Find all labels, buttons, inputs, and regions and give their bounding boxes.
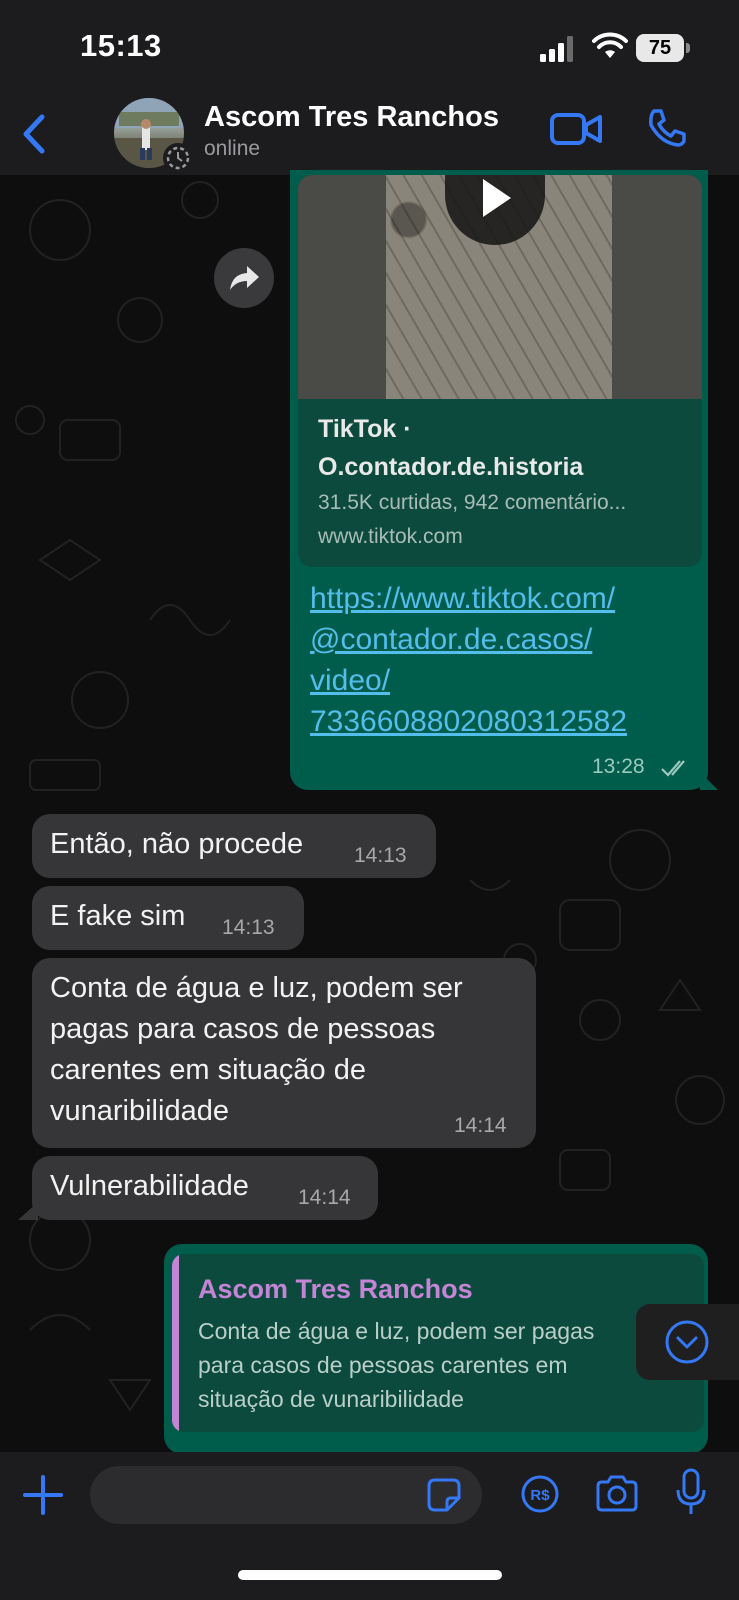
microphone-icon[interactable] <box>674 1468 708 1518</box>
chat-header: Ascom Tres Ranchos online <box>0 95 739 175</box>
contact-status: online <box>204 137 261 160</box>
camera-icon[interactable] <box>594 1474 640 1514</box>
back-icon[interactable] <box>14 109 54 159</box>
quoted-text: Conta de água e luz, podem ser pagas par… <box>198 1318 595 1412</box>
status-time: 15:13 <box>80 28 162 63</box>
message-input-bar: R$ <box>0 1452 739 1600</box>
double-check-icon <box>661 760 685 777</box>
message-time: 14:13 <box>222 916 275 939</box>
link-line[interactable]: video/ <box>310 660 627 701</box>
video-thumbnail[interactable] <box>298 175 702 399</box>
svg-text:R$: R$ <box>530 1487 550 1504</box>
status-bar: 15:13 75 <box>0 0 739 95</box>
forward-icon <box>230 266 259 290</box>
preview-title: O.contador.de.historia <box>318 453 584 481</box>
message-time: 14:14 <box>298 1186 351 1209</box>
quoted-message[interactable]: Ascom Tres Ranchos Conta de água e luz, … <box>172 1254 704 1432</box>
battery-icon: 75 <box>636 34 690 62</box>
message-text: Vulnerabilidade <box>50 1170 249 1202</box>
contact-name[interactable]: Ascom Tres Ranchos <box>204 101 499 134</box>
sticker-icon[interactable] <box>425 1476 463 1514</box>
link-preview-card[interactable]: TikTok · O.contador.de.historia 31.5K cu… <box>298 175 702 567</box>
message-time: 13:28 <box>592 755 645 778</box>
incoming-message[interactable]: Então, não procede 14:13 <box>32 814 436 878</box>
bubble-tail <box>700 772 718 790</box>
signal-icon <box>540 36 573 62</box>
link-line[interactable]: https://www.tiktok.com/ <box>310 578 627 619</box>
payment-icon[interactable]: R$ <box>520 1474 560 1514</box>
preview-description: 31.5K curtidas, 942 comentário... <box>318 491 627 514</box>
message-time: 14:14 <box>454 1114 507 1137</box>
play-icon[interactable] <box>445 175 545 245</box>
message-time: 14:13 <box>354 844 407 867</box>
plus-icon[interactable] <box>22 1474 64 1516</box>
forward-button[interactable] <box>214 248 274 308</box>
link-line[interactable]: 7336608802080312582 <box>310 701 627 742</box>
message-input[interactable] <box>90 1466 482 1524</box>
video-call-icon[interactable] <box>550 109 602 149</box>
incoming-message[interactable]: E fake sim 14:13 <box>32 886 304 950</box>
wifi-icon <box>592 32 628 58</box>
scroll-to-bottom-button[interactable] <box>636 1304 739 1380</box>
link-line[interactable]: @contador.de.casos/ <box>310 619 627 660</box>
chevron-down-icon <box>665 1320 709 1364</box>
preview-site: TikTok · <box>318 415 412 443</box>
message-text: E fake sim <box>50 900 186 932</box>
preview-url: www.tiktok.com <box>318 525 463 548</box>
quote-bar <box>172 1254 179 1432</box>
home-indicator <box>238 1570 502 1580</box>
battery-level: 75 <box>636 34 684 62</box>
bubble-tail <box>18 1202 38 1220</box>
incoming-message[interactable]: Conta de água e luz, podem ser pagas par… <box>32 958 536 1148</box>
phone-icon[interactable] <box>646 107 688 149</box>
incoming-message[interactable]: Vulnerabilidade 14:14 <box>32 1156 378 1220</box>
status-ring-icon <box>163 143 193 173</box>
quoted-author: Ascom Tres Ranchos <box>198 1274 473 1304</box>
message-link[interactable]: https://www.tiktok.com/ @contador.de.cas… <box>310 578 627 742</box>
message-text: Então, não procede <box>50 828 304 860</box>
message-text: Conta de água e luz, podem ser pagas par… <box>50 972 463 1127</box>
